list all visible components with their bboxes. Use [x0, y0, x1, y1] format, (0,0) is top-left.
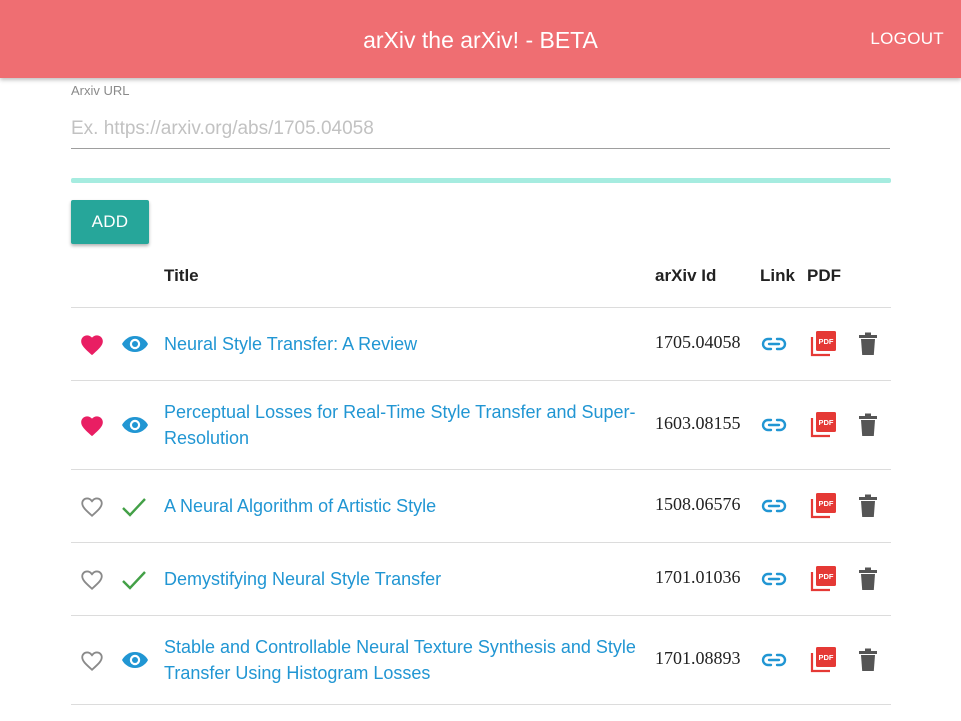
heart-outline-icon[interactable] — [79, 567, 105, 591]
paper-title-link[interactable]: Perceptual Losses for Real-Time Style Tr… — [164, 399, 649, 451]
trash-icon[interactable] — [858, 332, 878, 356]
link-icon[interactable] — [761, 498, 787, 514]
link-icon[interactable] — [761, 417, 787, 433]
pdf-icon[interactable]: PDF — [809, 492, 837, 520]
trash-icon[interactable] — [858, 567, 878, 591]
svg-text:PDF: PDF — [819, 572, 834, 581]
pdf-icon[interactable]: PDF — [809, 411, 837, 439]
heart-outline-icon[interactable] — [79, 648, 105, 672]
table-row: Perceptual Losses for Real-Time Style Tr… — [71, 381, 891, 470]
arxiv-id: 1701.01036 — [655, 567, 741, 587]
column-arxiv-id: arXiv Id — [655, 266, 717, 285]
link-icon[interactable] — [761, 652, 787, 668]
logout-button[interactable]: LOGOUT — [870, 29, 944, 49]
arxiv-id: 1701.08893 — [655, 648, 741, 668]
arxiv-id: 1508.06576 — [655, 494, 741, 514]
check-icon[interactable] — [121, 569, 147, 591]
app-title: arXiv the arXiv! - BETA — [363, 27, 598, 53]
column-title: Title — [164, 266, 199, 285]
link-icon[interactable] — [761, 336, 787, 352]
arxiv-id: 1603.08155 — [655, 413, 741, 433]
heart-filled-icon[interactable] — [79, 332, 105, 356]
check-icon[interactable] — [121, 496, 147, 518]
trash-icon[interactable] — [858, 413, 878, 437]
column-pdf: PDF — [807, 266, 841, 285]
link-icon[interactable] — [761, 571, 787, 587]
paper-title-link[interactable]: Demystifying Neural Style Transfer — [164, 566, 649, 592]
table-row: A Neural Algorithm of Artistic Style 1508… — [71, 470, 891, 543]
pdf-icon[interactable]: PDF — [809, 330, 837, 358]
add-button[interactable]: ADD — [71, 200, 149, 244]
arxiv-id: 1705.04058 — [655, 332, 741, 352]
svg-text:PDF: PDF — [819, 499, 834, 508]
svg-text:PDF: PDF — [819, 337, 834, 346]
trash-icon[interactable] — [858, 648, 878, 672]
eye-icon[interactable] — [121, 650, 149, 670]
paper-title-link[interactable]: Stable and Controllable Neural Texture S… — [164, 634, 649, 686]
eye-icon[interactable] — [121, 334, 149, 354]
trash-icon[interactable] — [858, 494, 878, 518]
paper-title-link[interactable]: A Neural Algorithm of Artistic Style — [164, 493, 649, 519]
table-row: Neural Style Transfer: A Review 1705.0405… — [71, 308, 891, 381]
paper-title-link[interactable]: Neural Style Transfer: A Review — [164, 331, 649, 357]
heart-filled-icon[interactable] — [79, 413, 105, 437]
pdf-icon[interactable]: PDF — [809, 646, 837, 674]
table-row: Demystifying Neural Style Transfer 1701.0… — [71, 543, 891, 616]
eye-icon[interactable] — [121, 415, 149, 435]
arxiv-url-input[interactable] — [71, 110, 890, 149]
svg-text:PDF: PDF — [819, 418, 834, 427]
svg-text:PDF: PDF — [819, 653, 834, 662]
url-field-label: Arxiv URL — [71, 83, 130, 98]
progress-bar — [71, 178, 891, 183]
column-link: Link — [760, 266, 795, 285]
table-row: Stable and Controllable Neural Texture S… — [71, 616, 891, 705]
heart-outline-icon[interactable] — [79, 494, 105, 518]
table-header: Title arXiv Id Link PDF — [71, 258, 891, 308]
app-bar: arXiv the arXiv! - BETA LOGOUT — [0, 0, 961, 78]
pdf-icon[interactable]: PDF — [809, 565, 837, 593]
